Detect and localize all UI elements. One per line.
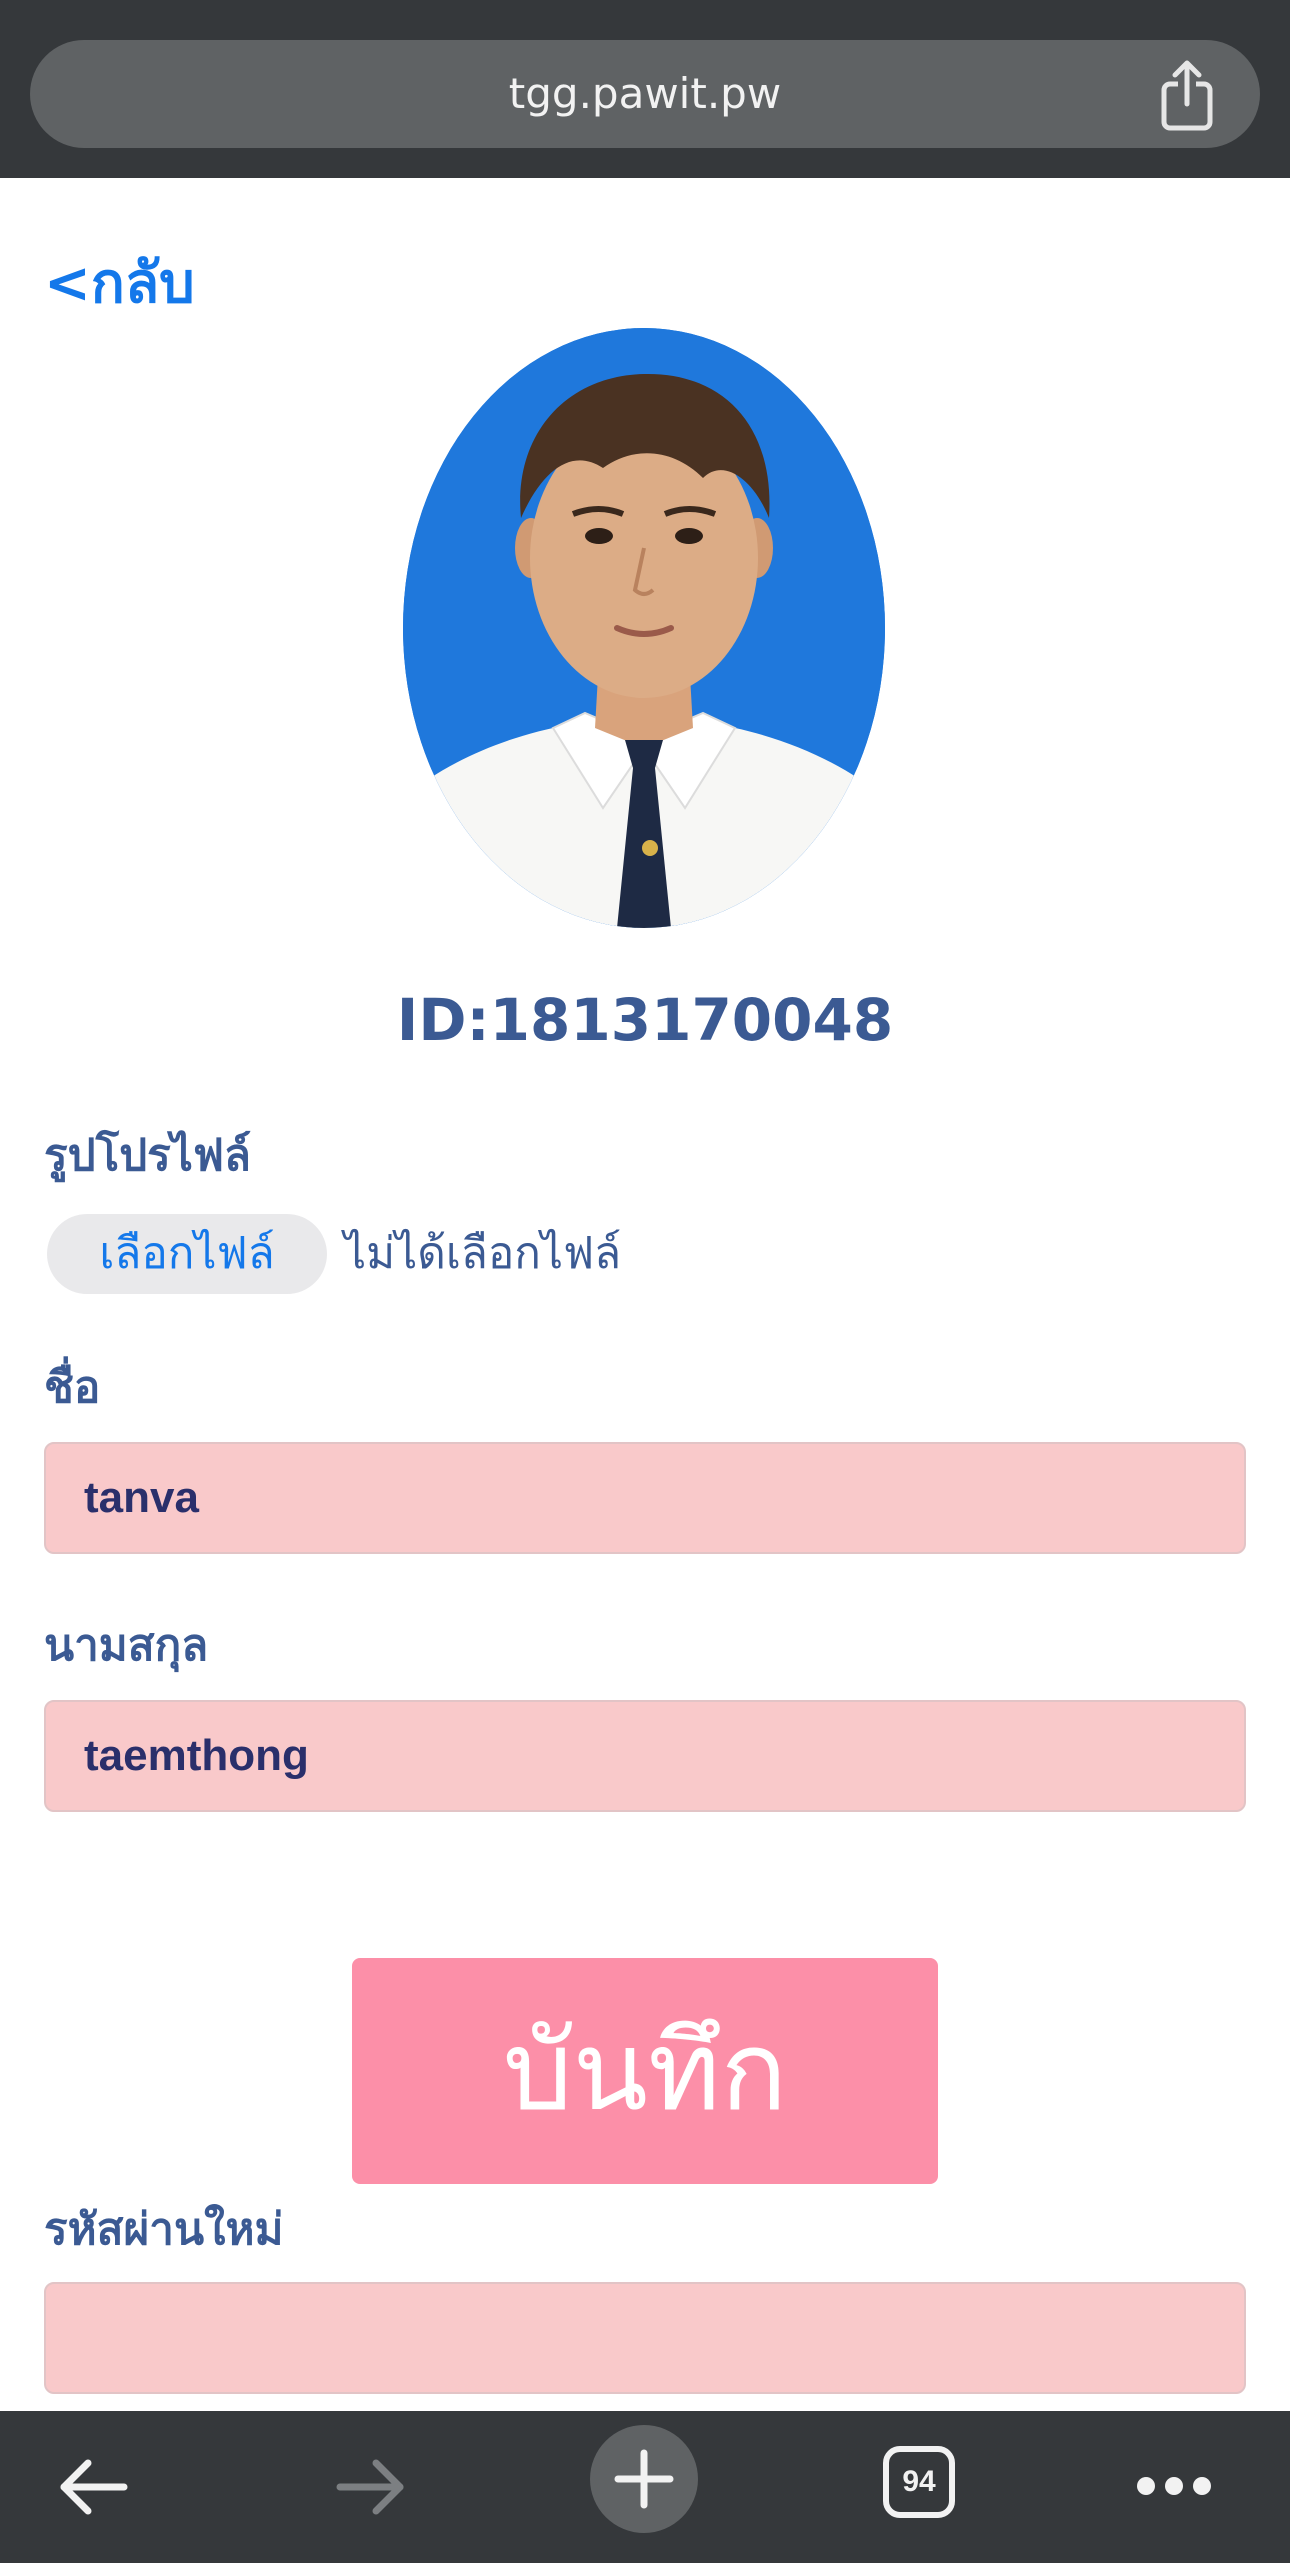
share-icon[interactable]	[1150, 58, 1224, 132]
choose-file-button[interactable]: เลือกไฟล์	[47, 1214, 327, 1294]
url-text: tgg.pawit.pw	[508, 69, 782, 118]
student-id: ID:1813170048	[396, 986, 894, 1054]
arrow-left-icon[interactable]	[58, 2455, 130, 2519]
tab-count: 94	[902, 2465, 936, 2498]
first-name-field[interactable]: tanva	[44, 1442, 1246, 1554]
profile-photo-label: รูปโปรไฟล์	[44, 1130, 252, 1181]
browser-top-bar: tgg.pawit.pw	[0, 0, 1290, 178]
new-password-label: รหัสผ่านใหม่	[44, 2204, 284, 2255]
save-button[interactable]: บันทึก	[352, 1958, 938, 2184]
arrow-right-icon[interactable]	[334, 2455, 406, 2519]
plus-icon[interactable]	[590, 2425, 698, 2533]
tabs-icon[interactable]: 94	[882, 2445, 956, 2519]
profile-photo	[403, 328, 885, 928]
last-name-field[interactable]: taemthong	[44, 1700, 1246, 1812]
file-status: ไม่ได้เลือกไฟล์	[344, 1228, 622, 1279]
last-name-label: นามสกุล	[44, 1620, 209, 1671]
profile-photo-illustration	[403, 328, 885, 928]
address-bar[interactable]: tgg.pawit.pw	[30, 40, 1260, 148]
back-link[interactable]: <กลับ	[44, 238, 195, 327]
page-content: <กลับ ID:1813170048 รูปโปรไฟล์ เลือกไฟล์…	[0, 178, 1290, 2411]
new-password-field[interactable]	[44, 2282, 1246, 2394]
first-name-label: ชื่อ	[44, 1362, 101, 1413]
browser-bottom-bar: 94	[0, 2411, 1290, 2563]
more-icon[interactable]	[1134, 2471, 1214, 2501]
